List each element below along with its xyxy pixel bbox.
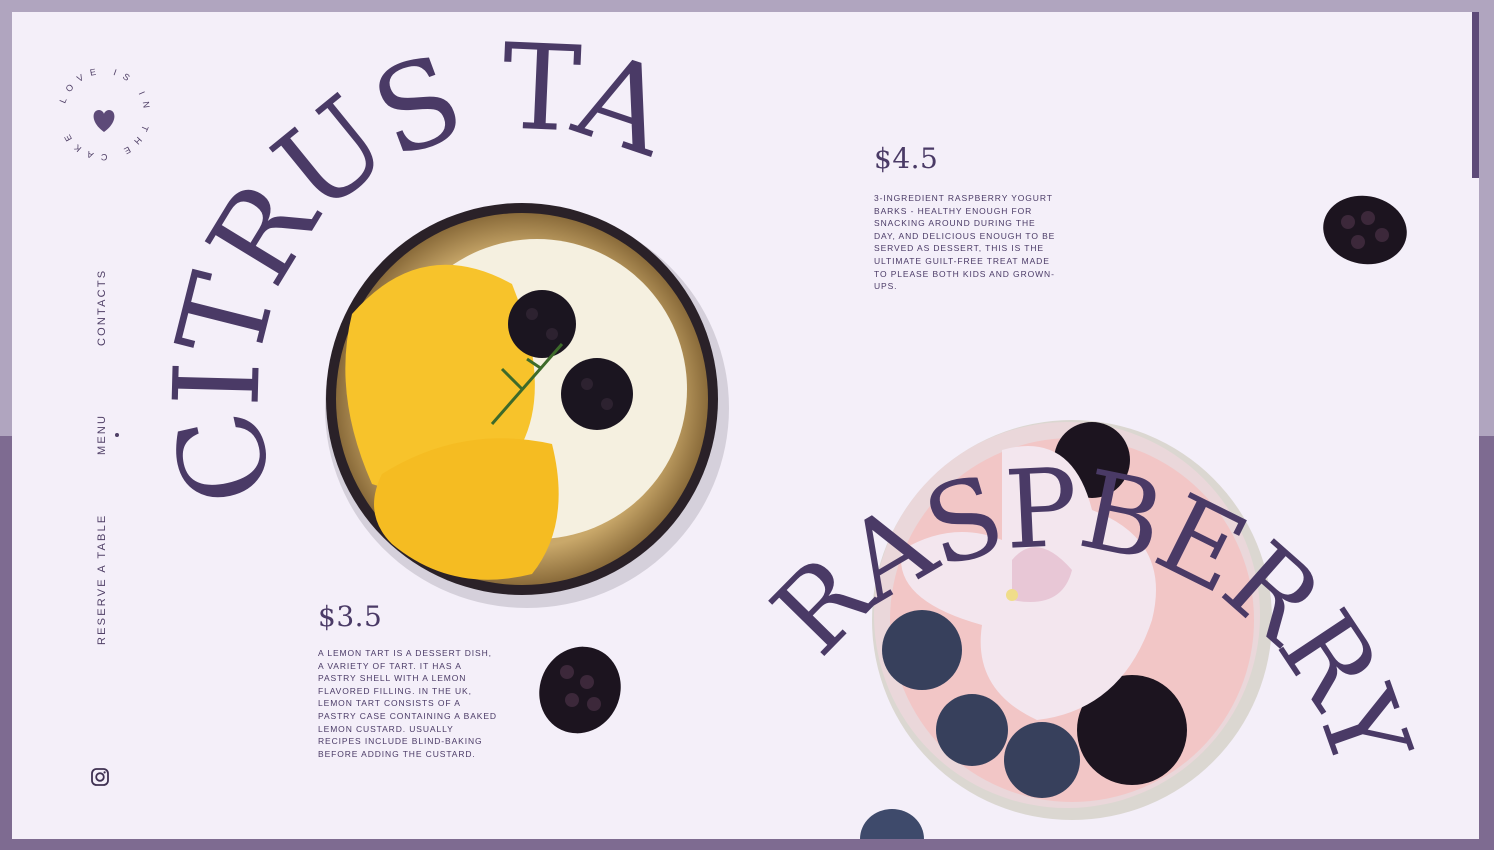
raspberry-yogurt-price: $4.5 xyxy=(874,142,939,175)
nav-menu[interactable]: MENU xyxy=(96,414,108,455)
nav-contacts[interactable]: CONTACTS xyxy=(96,269,108,346)
nav-reserve-table[interactable]: RESERVE A TABLE xyxy=(96,514,108,645)
heart-icon xyxy=(93,110,115,132)
instagram-icon[interactable] xyxy=(90,767,110,787)
scrollbar-thumb[interactable] xyxy=(1472,12,1479,178)
raspberry-yogurt-description: 3-ingredient raspberry yogurt barks - he… xyxy=(874,193,1056,292)
citrus-tart-image xyxy=(325,203,729,608)
nav-active-dot xyxy=(115,433,119,437)
blackberry-image xyxy=(539,646,621,734)
brand-badge[interactable]: LOVE IS IN THE CAKE xyxy=(52,62,156,166)
citrus-tart-price: $3.5 xyxy=(318,600,383,633)
raspberry-yogurt-image xyxy=(872,420,1272,820)
blackberry-image xyxy=(1323,195,1407,265)
hero-card: LOVE IS IN THE CAKE CONTACTS MENU RESERV… xyxy=(12,12,1479,839)
citrus-tart-description: A lemon tart is a dessert dish, a variet… xyxy=(318,648,497,759)
